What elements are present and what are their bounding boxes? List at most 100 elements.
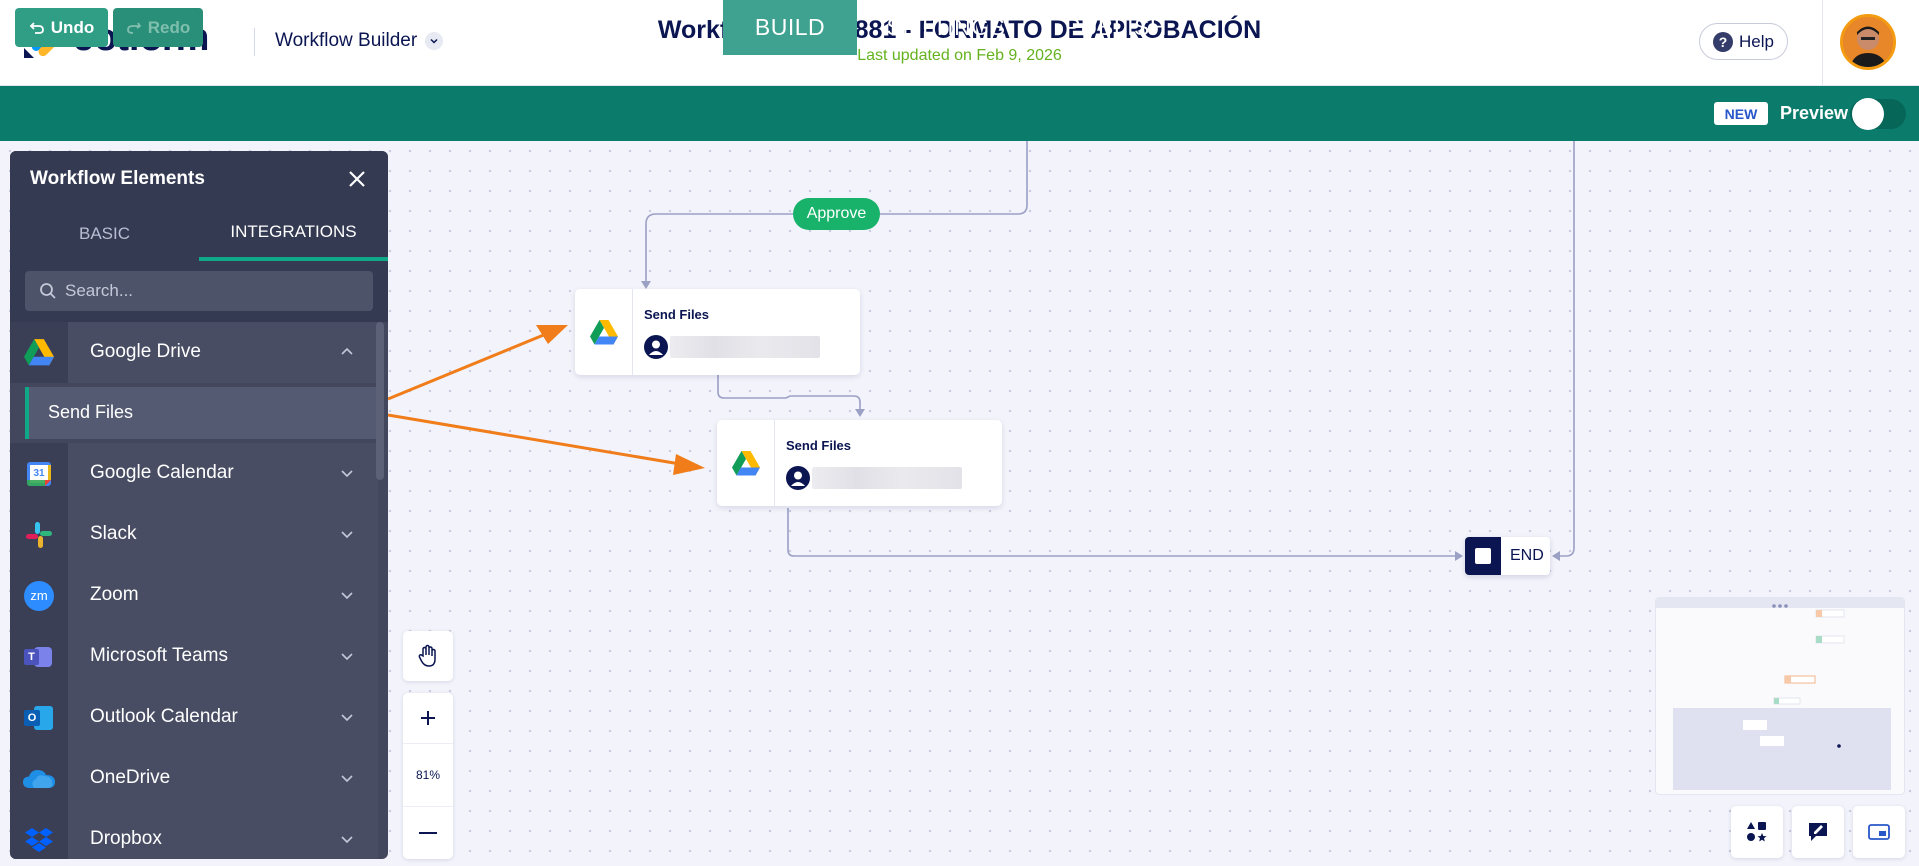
redacted-account [812, 467, 962, 489]
list-item-label: OneDrive [90, 767, 171, 788]
list-item-dropbox[interactable]: Dropbox [10, 809, 378, 859]
outlook-badge: O [24, 709, 40, 726]
approve-condition-label[interactable]: Approve [793, 198, 880, 230]
undo-icon [29, 21, 44, 34]
preview-toggle-knob[interactable] [1852, 98, 1884, 130]
tab-integrations[interactable]: INTEGRATIONS [199, 207, 388, 261]
zoom-level: 81% [403, 743, 453, 807]
header-divider [1822, 0, 1823, 86]
minimap[interactable] [1655, 597, 1905, 795]
list-item-google-calendar[interactable]: 31 Google Calendar [10, 443, 378, 504]
calendar-badge: 31 [33, 468, 45, 479]
tab-build[interactable]: BUILD [723, 0, 857, 55]
user-icon [644, 335, 668, 359]
pan-tool-button[interactable] [403, 631, 453, 681]
close-icon[interactable] [344, 166, 370, 192]
minus-icon [419, 832, 437, 834]
minimap-toggle-button[interactable] [1853, 806, 1905, 858]
minimap-nodes [1743, 609, 1845, 748]
panel-header: Workflow Elements [10, 151, 388, 207]
panel-title: Workflow Elements [30, 168, 205, 189]
chevron-down-icon [341, 592, 353, 600]
outlook-calendar-icon: O [10, 687, 68, 748]
list-item-label: Google Calendar [90, 462, 234, 483]
list-subitem-send-files[interactable]: Send Files [10, 383, 378, 443]
new-badge: NEW [1714, 102, 1768, 125]
help-icon: ? [1713, 31, 1734, 52]
zoom-controls: 81% [403, 693, 453, 859]
node-title: Send Files [644, 307, 710, 322]
send-files-node[interactable]: Send Files [717, 420, 1002, 506]
onedrive-icon [10, 748, 68, 809]
chevron-down-icon [341, 531, 353, 539]
list-item-label: Dropbox [90, 828, 162, 849]
send-files-node[interactable]: Send Files [575, 289, 860, 375]
search-icon [40, 283, 56, 299]
avatar[interactable] [1840, 14, 1896, 70]
stop-icon [1465, 537, 1501, 575]
node-icon-cell [717, 420, 775, 506]
redacted-account [670, 336, 820, 358]
list-item-onedrive[interactable]: OneDrive [10, 748, 378, 809]
dropbox-icon [10, 809, 68, 859]
chevron-down-icon [341, 714, 353, 722]
list-item-label: Slack [90, 523, 137, 544]
zoom-in-button[interactable] [403, 693, 453, 743]
list-item-label: Microsoft Teams [90, 645, 228, 666]
chevron-down-icon [341, 470, 353, 478]
node-title: Send Files [786, 438, 852, 453]
slack-icon [10, 504, 68, 565]
notes-button[interactable] [1792, 806, 1844, 858]
plus-icon [421, 711, 435, 725]
end-node[interactable]: END [1465, 537, 1550, 575]
zoom-badge: zm [24, 580, 54, 611]
list-item-label: Zoom [90, 584, 139, 605]
help-label: Help [1739, 31, 1774, 51]
microsoft-teams-icon: T [10, 626, 68, 687]
comment-edit-icon [1809, 823, 1827, 841]
chevron-down-icon [341, 775, 353, 783]
redo-label: Redo [147, 17, 191, 37]
redo-button[interactable]: Redo [113, 8, 203, 47]
elements-button[interactable] [1731, 806, 1783, 858]
minimap-icon [1868, 824, 1890, 840]
list-item-label: Outlook Calendar [90, 706, 238, 727]
tab-basic[interactable]: BASIC [10, 207, 199, 261]
teams-badge: T [24, 648, 39, 665]
zoom-icon: zm [10, 565, 68, 626]
panel-search-area [10, 261, 388, 322]
end-label: END [1510, 547, 1544, 564]
zoom-out-button[interactable] [403, 807, 453, 859]
google-drive-icon [10, 322, 68, 383]
workflow-elements-panel: Workflow Elements BASIC INTEGRATIONS Goo… [10, 151, 388, 859]
list-item-label: Google Drive [90, 341, 201, 362]
list-item-slack[interactable]: Slack [10, 504, 378, 565]
list-item-outlook-calendar[interactable]: O Outlook Calendar [10, 687, 378, 748]
chevron-down-icon [341, 836, 353, 844]
user-icon [786, 466, 810, 490]
list-item-microsoft-teams[interactable]: T Microsoft Teams [10, 626, 378, 687]
tab-publish[interactable]: PUBLISH [1035, 0, 1197, 55]
google-calendar-icon: 31 [10, 443, 68, 504]
subitem-label: Send Files [48, 402, 134, 422]
shapes-icon [1747, 822, 1767, 842]
preview-label: Preview [1780, 103, 1849, 123]
hand-icon [418, 644, 436, 667]
list-item-google-drive[interactable]: Google Drive [10, 322, 378, 383]
undo-button[interactable]: Undo [15, 8, 108, 47]
google-drive-icon [731, 450, 760, 475]
redo-icon [126, 22, 141, 34]
chevron-up-icon [341, 347, 353, 355]
search-box [25, 271, 373, 311]
google-drive-icon [589, 319, 618, 344]
builder-navbar [0, 86, 1919, 141]
search-input[interactable] [65, 271, 365, 311]
help-button[interactable]: ? Help [1699, 23, 1788, 60]
undo-label: Undo [50, 17, 95, 37]
tab-settings[interactable]: SETTINGS [857, 0, 1035, 55]
chevron-down-icon [341, 653, 353, 661]
panel-scrollbar[interactable] [376, 322, 384, 480]
send-files-option[interactable]: Send Files [25, 387, 376, 439]
panel-tabs: BASIC INTEGRATIONS [10, 207, 388, 261]
list-item-zoom[interactable]: zm Zoom [10, 565, 378, 626]
